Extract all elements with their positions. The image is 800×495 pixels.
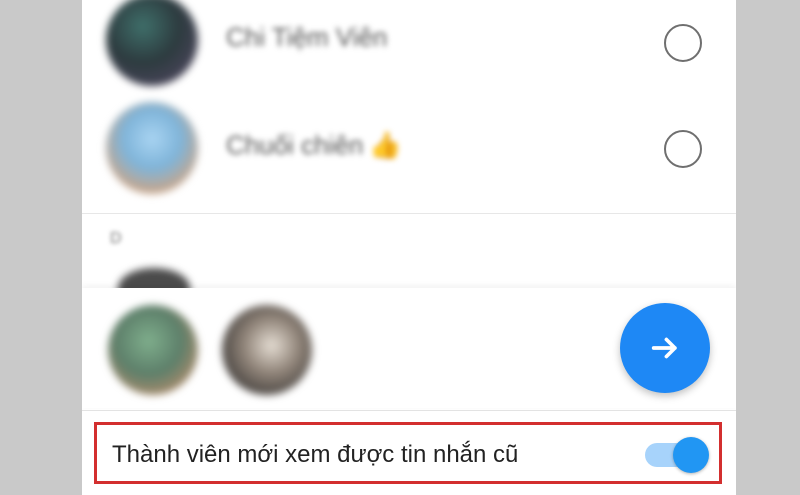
selected-member-avatar[interactable]	[108, 305, 198, 395]
contact-name-text: Chuối chiên	[226, 130, 364, 160]
contact-name: Chi Tiệm Viên	[226, 22, 388, 52]
contact-name: Chuối chiên 👍	[226, 130, 402, 161]
history-visibility-setting: Thành viên mới xem được tin nhắn cũ	[94, 422, 722, 484]
thumbs-up-icon: 👍	[369, 130, 402, 160]
toggle-thumb	[673, 437, 709, 473]
divider	[82, 213, 736, 214]
select-members-screen: Chi Tiệm Viên Chuối chiên 👍 D	[82, 0, 736, 495]
contact-row[interactable]: Chuối chiên 👍	[82, 100, 736, 200]
contact-row[interactable]: Chi Tiệm Viên	[82, 0, 736, 92]
select-radio[interactable]	[664, 130, 702, 168]
next-button[interactable]	[620, 303, 710, 393]
avatar	[106, 0, 198, 86]
divider	[82, 410, 736, 411]
select-radio[interactable]	[664, 24, 702, 62]
arrow-right-icon	[651, 337, 677, 359]
avatar	[106, 102, 198, 194]
history-visibility-toggle[interactable]	[645, 437, 709, 473]
selected-member-avatar[interactable]	[222, 305, 312, 395]
setting-label: Thành viên mới xem được tin nhắn cũ	[112, 441, 519, 468]
section-index-letter: D	[110, 230, 122, 247]
